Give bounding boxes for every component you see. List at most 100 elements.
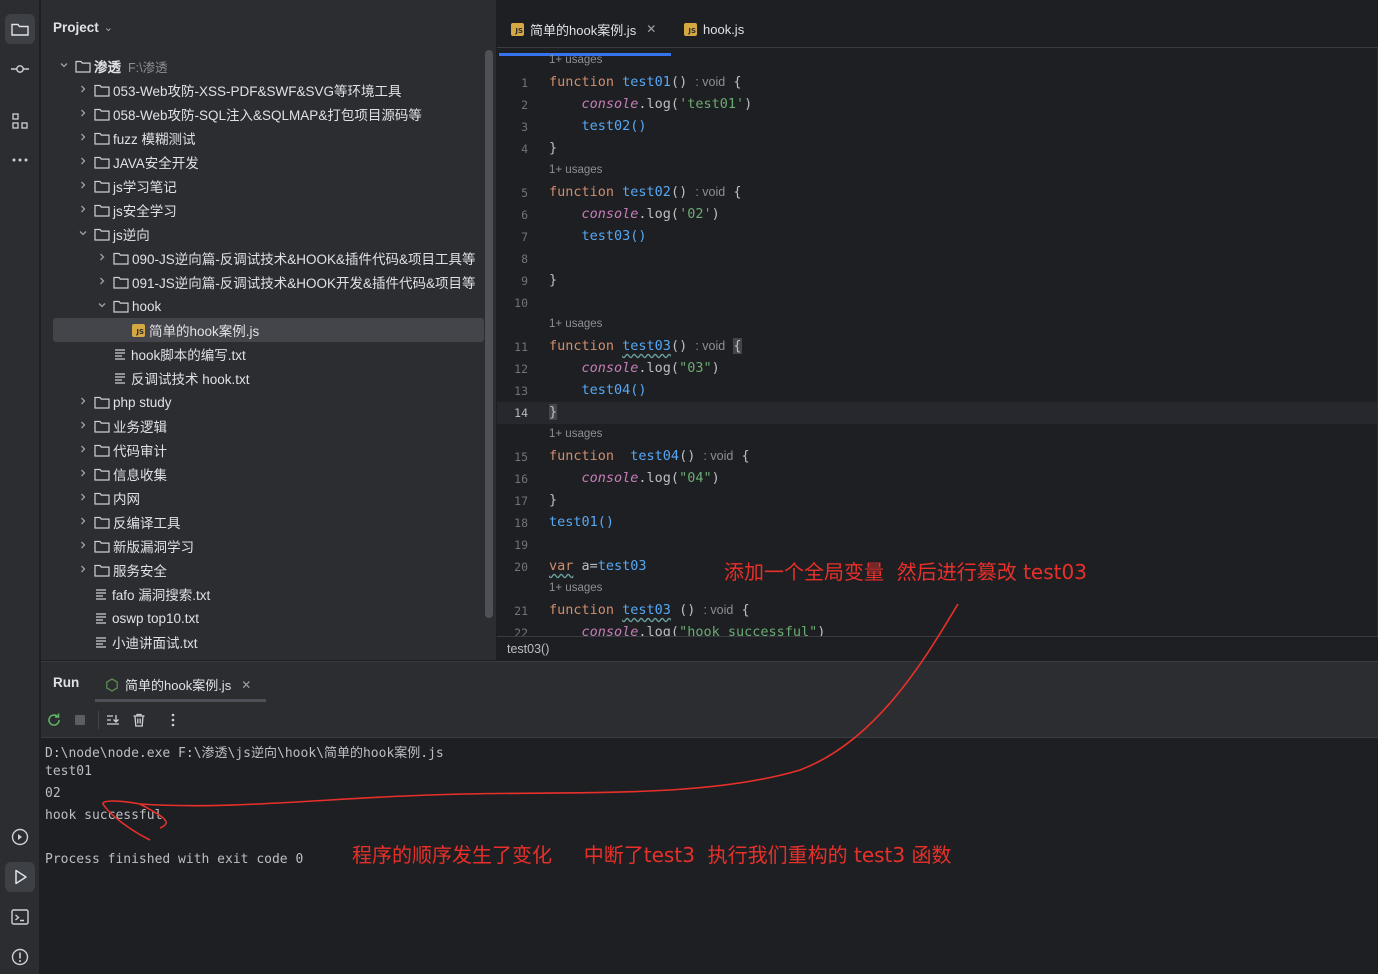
line-number[interactable]: 20	[514, 560, 528, 574]
code-line-1[interactable]: function test01() : void {	[549, 74, 742, 90]
line-number[interactable]: 7	[521, 230, 528, 244]
chevron-right-icon[interactable]	[76, 516, 90, 529]
code-line-17[interactable]: }	[549, 492, 557, 508]
code-line-9[interactable]: }	[549, 272, 557, 288]
chevron-right-icon[interactable]	[76, 492, 90, 505]
tree-folder-row[interactable]: 信息收集	[41, 462, 167, 486]
line-number[interactable]: 9	[521, 274, 528, 288]
code-line-16[interactable]: console.log("04")	[549, 470, 720, 486]
line-number[interactable]: 1	[521, 76, 528, 90]
tree-folder-row[interactable]: 新版漏洞学习	[41, 534, 194, 558]
code-line-3[interactable]: test02()	[549, 118, 647, 134]
tree-folder-row[interactable]: hook	[41, 294, 161, 318]
breadcrumb-item[interactable]: test03()	[507, 642, 549, 656]
chevron-right-icon[interactable]	[76, 204, 90, 217]
line-number[interactable]: 12	[514, 362, 528, 376]
run-tool-button[interactable]	[5, 862, 35, 892]
more-options-button[interactable]	[165, 712, 181, 728]
chevron-down-icon[interactable]	[95, 300, 109, 313]
run-config-tab[interactable]: 简单的hook案例.js ✕	[105, 675, 251, 694]
problems-tool-button[interactable]	[5, 942, 35, 972]
code-line-5[interactable]: function test02() : void {	[549, 184, 742, 200]
usages-hint[interactable]: 1+ usages	[549, 428, 602, 440]
tree-folder-row[interactable]: php study	[41, 390, 172, 414]
code-line-6[interactable]: console.log('02')	[549, 206, 720, 222]
tree-file-row[interactable]: 小迪讲面试.txt	[41, 630, 198, 654]
usages-hint[interactable]: 1+ usages	[549, 54, 602, 66]
chevron-right-icon[interactable]	[76, 84, 90, 97]
line-number[interactable]: 17	[514, 494, 528, 508]
usages-hint[interactable]: 1+ usages	[549, 318, 602, 330]
code-line-7[interactable]: test03()	[549, 228, 647, 244]
line-number[interactable]: 11	[514, 340, 528, 354]
code-line-4[interactable]: }	[549, 140, 557, 156]
chevron-right-icon[interactable]	[76, 156, 90, 169]
line-number[interactable]: 8	[521, 252, 528, 266]
stop-button[interactable]	[72, 712, 88, 728]
tree-folder-row[interactable]: 内网	[41, 486, 140, 510]
tree-folder-row[interactable]: js逆向	[41, 222, 150, 246]
services-tool-button[interactable]	[5, 822, 35, 852]
clear-console-button[interactable]	[131, 712, 147, 728]
code-line-18[interactable]: test01()	[549, 514, 614, 530]
structure-tool-button[interactable]	[5, 106, 35, 136]
code-line-11[interactable]: function test03() : void {	[549, 338, 742, 354]
scroll-to-end-button[interactable]	[105, 712, 121, 728]
line-number[interactable]: 13	[514, 384, 528, 398]
more-tools-button[interactable]	[5, 145, 35, 175]
tab-hook-js[interactable]: JS hook.js	[684, 20, 744, 38]
chevron-right-icon[interactable]	[95, 252, 109, 265]
tree-folder-row[interactable]: 代码审计	[41, 438, 167, 462]
chevron-right-icon[interactable]	[95, 276, 109, 289]
line-number[interactable]: 21	[514, 604, 528, 618]
chevron-right-icon[interactable]	[76, 180, 90, 193]
close-icon[interactable]: ✕	[646, 22, 656, 36]
line-number[interactable]: 3	[521, 120, 528, 134]
code-line-20[interactable]: var a=test03	[549, 558, 647, 574]
rerun-button[interactable]	[46, 712, 62, 728]
project-view-selector[interactable]: Project ⌄	[53, 20, 113, 35]
chevron-right-icon[interactable]	[76, 420, 90, 433]
chevron-right-icon[interactable]	[76, 540, 90, 553]
code-line-15[interactable]: function test04() : void {	[549, 448, 750, 464]
code-line-2[interactable]: console.log('test01')	[549, 96, 753, 112]
code-line-13[interactable]: test04()	[549, 382, 647, 398]
line-number[interactable]: 14	[514, 406, 528, 420]
chevron-right-icon[interactable]	[76, 564, 90, 577]
tree-folder-row[interactable]: 058-Web攻防-SQL注入&SQLMAP&打包项目源码等	[41, 102, 422, 126]
terminal-tool-button[interactable]	[5, 902, 35, 932]
tree-folder-row[interactable]: 091-JS逆向篇-反调试技术&HOOK开发&插件代码&项目等	[41, 270, 476, 294]
line-number[interactable]: 2	[521, 98, 528, 112]
tree-folder-row[interactable]: js安全学习	[41, 198, 177, 222]
line-number[interactable]: 15	[514, 450, 528, 464]
usages-hint[interactable]: 1+ usages	[549, 164, 602, 176]
project-tool-button[interactable]	[5, 14, 35, 44]
tree-folder-row[interactable]: 业务逻辑	[41, 414, 167, 438]
close-icon[interactable]: ✕	[241, 678, 251, 692]
tree-file-row[interactable]: 反调试技术 hook.txt	[41, 366, 250, 390]
project-scrollbar[interactable]	[485, 50, 493, 618]
commit-tool-button[interactable]	[5, 54, 35, 84]
line-number[interactable]: 6	[521, 208, 528, 222]
code-line-12[interactable]: console.log("03")	[549, 360, 720, 376]
code-line-22[interactable]: console.log("hook successful")	[549, 624, 826, 636]
line-number[interactable]: 5	[521, 186, 528, 200]
line-number[interactable]: 16	[514, 472, 528, 486]
tree-folder-row[interactable]: fuzz 模糊测试	[41, 126, 196, 150]
chevron-right-icon[interactable]	[76, 132, 90, 145]
tree-file-row[interactable]: fafo 漏洞搜索.txt	[41, 582, 210, 606]
tree-file-row[interactable]: hook脚本的编写.txt	[41, 342, 246, 366]
line-number[interactable]: 19	[514, 538, 528, 552]
line-number[interactable]: 10	[514, 296, 528, 310]
chevron-right-icon[interactable]	[76, 108, 90, 121]
editor-breadcrumb[interactable]: test03()	[497, 636, 1378, 660]
tree-folder-row[interactable]: js学习笔记	[41, 174, 177, 198]
tab-hook-example[interactable]: JS 简单的hook案例.js ✕	[511, 20, 656, 38]
line-number[interactable]: 18	[514, 516, 528, 530]
tree-folder-row[interactable]: 090-JS逆向篇-反调试技术&HOOK&插件代码&项目工具等	[41, 246, 476, 270]
chevron-right-icon[interactable]	[76, 396, 90, 409]
line-number[interactable]: 4	[521, 142, 528, 156]
tree-file-row[interactable]: oswp top10.txt	[41, 606, 199, 630]
tree-folder-row[interactable]: 反编译工具	[41, 510, 181, 534]
tree-folder-row[interactable]: 渗透 F:\渗透	[41, 54, 168, 78]
